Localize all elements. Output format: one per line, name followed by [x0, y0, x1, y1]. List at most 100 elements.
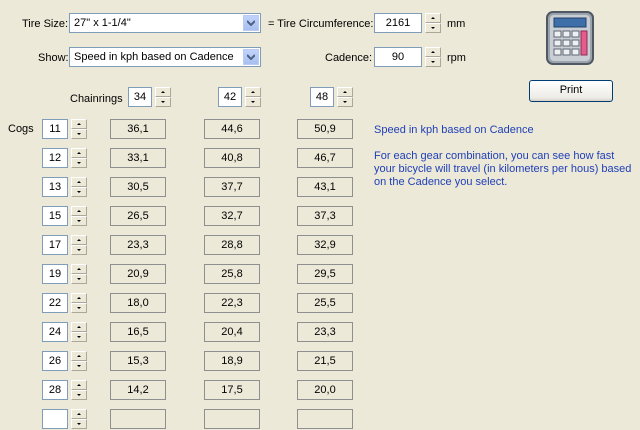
speed-cell: 20,0: [297, 380, 353, 400]
circumference-stepper[interactable]: [425, 13, 441, 33]
circumference-label: = Tire Circumference:: [268, 18, 374, 30]
speed-cell: 23,3: [297, 322, 353, 342]
decrement-arrow-icon[interactable]: [71, 129, 87, 139]
speed-cell: 37,3: [297, 206, 353, 226]
chevron-down-icon[interactable]: [243, 15, 259, 31]
speed-cell: 25,8: [204, 264, 260, 284]
info-title: Speed in kph based on Cadence: [374, 124, 534, 136]
speed-cell: 23,3: [110, 235, 166, 255]
increment-arrow-icon[interactable]: [71, 119, 87, 129]
cog-stepper[interactable]: [71, 351, 87, 371]
speed-cell: 30,5: [110, 177, 166, 197]
cog-input[interactable]: [42, 409, 68, 429]
tire-size-value: 27" x 1-1/4": [74, 17, 131, 29]
increment-arrow-icon[interactable]: [71, 351, 87, 361]
cog-input[interactable]: 17: [42, 235, 68, 255]
cog-stepper[interactable]: [71, 264, 87, 284]
tire-size-select[interactable]: 27" x 1-1/4": [69, 13, 261, 33]
show-select[interactable]: Speed in kph based on Cadence: [69, 47, 261, 67]
increment-arrow-icon[interactable]: [71, 206, 87, 216]
decrement-arrow-icon[interactable]: [71, 419, 87, 429]
cog-input[interactable]: 15: [42, 206, 68, 226]
increment-arrow-icon[interactable]: [337, 87, 353, 97]
cog-stepper[interactable]: [71, 148, 87, 168]
increment-arrow-icon[interactable]: [71, 148, 87, 158]
increment-arrow-icon[interactable]: [71, 293, 87, 303]
circumference-input[interactable]: 2161: [374, 13, 422, 33]
increment-arrow-icon[interactable]: [71, 235, 87, 245]
increment-arrow-icon[interactable]: [71, 409, 87, 419]
decrement-arrow-icon[interactable]: [71, 216, 87, 226]
speed-cell: 32,7: [204, 206, 260, 226]
increment-arrow-icon[interactable]: [71, 322, 87, 332]
chainring-stepper[interactable]: [337, 87, 353, 107]
speed-cell: 46,7: [297, 148, 353, 168]
increment-arrow-icon[interactable]: [155, 87, 171, 97]
decrement-arrow-icon[interactable]: [245, 97, 261, 107]
decrement-arrow-icon[interactable]: [71, 245, 87, 255]
show-value: Speed in kph based on Cadence: [74, 51, 234, 63]
increment-arrow-icon[interactable]: [71, 264, 87, 274]
chainrings-label: Chainrings: [70, 93, 123, 105]
speed-cell: 32,9: [297, 235, 353, 255]
decrement-arrow-icon[interactable]: [337, 97, 353, 107]
increment-arrow-icon[interactable]: [71, 380, 87, 390]
cog-input[interactable]: 22: [42, 293, 68, 313]
speed-cell: 17,5: [204, 380, 260, 400]
decrement-arrow-icon[interactable]: [71, 158, 87, 168]
decrement-arrow-icon[interactable]: [425, 57, 441, 67]
cog-input[interactable]: 11: [42, 119, 68, 139]
decrement-arrow-icon[interactable]: [71, 332, 87, 342]
chainring-input[interactable]: 42: [218, 87, 242, 107]
cadence-input[interactable]: 90: [374, 47, 422, 67]
decrement-arrow-icon[interactable]: [71, 274, 87, 284]
decrement-arrow-icon[interactable]: [425, 23, 441, 33]
cog-stepper[interactable]: [71, 409, 87, 429]
speed-cell: 40,8: [204, 148, 260, 168]
increment-arrow-icon[interactable]: [245, 87, 261, 97]
increment-arrow-icon[interactable]: [425, 13, 441, 23]
cog-input[interactable]: 19: [42, 264, 68, 284]
cog-input[interactable]: 12: [42, 148, 68, 168]
increment-arrow-icon[interactable]: [425, 47, 441, 57]
cog-input[interactable]: 26: [42, 351, 68, 371]
decrement-arrow-icon[interactable]: [155, 97, 171, 107]
circumference-unit: mm: [447, 18, 466, 30]
speed-cell: 20,4: [204, 322, 260, 342]
chainring-stepper[interactable]: [245, 87, 261, 107]
increment-arrow-icon[interactable]: [71, 177, 87, 187]
decrement-arrow-icon[interactable]: [71, 187, 87, 197]
cog-input[interactable]: 28: [42, 380, 68, 400]
chainring-input[interactable]: 48: [310, 87, 334, 107]
show-label: Show:: [38, 52, 69, 64]
cog-stepper[interactable]: [71, 119, 87, 139]
chevron-down-icon[interactable]: [243, 49, 259, 65]
cog-stepper[interactable]: [71, 380, 87, 400]
speed-cell: 36,1: [110, 119, 166, 139]
cadence-label: Cadence:: [325, 52, 373, 64]
info-line: For each gear combination, you can see h…: [374, 150, 615, 162]
decrement-arrow-icon[interactable]: [71, 390, 87, 400]
speed-cell: 33,1: [110, 148, 166, 168]
cog-input[interactable]: 13: [42, 177, 68, 197]
calculator-icon: [545, 10, 595, 66]
speed-cell: 22,3: [204, 293, 260, 313]
chainring-input[interactable]: 34: [128, 87, 152, 107]
speed-cell: 50,9: [297, 119, 353, 139]
cadence-stepper[interactable]: [425, 47, 441, 67]
cogs-label: Cogs: [8, 123, 34, 135]
speed-cell: 18,9: [204, 351, 260, 371]
cog-stepper[interactable]: [71, 206, 87, 226]
speed-cell: 14,2: [110, 380, 166, 400]
print-button[interactable]: Print: [529, 80, 613, 102]
chainring-stepper[interactable]: [155, 87, 171, 107]
decrement-arrow-icon[interactable]: [71, 361, 87, 371]
speed-cell: 44,6: [204, 119, 260, 139]
cog-stepper[interactable]: [71, 177, 87, 197]
decrement-arrow-icon[interactable]: [71, 303, 87, 313]
speed-cell: 21,5: [297, 351, 353, 371]
cog-stepper[interactable]: [71, 235, 87, 255]
cog-stepper[interactable]: [71, 322, 87, 342]
cog-stepper[interactable]: [71, 293, 87, 313]
cog-input[interactable]: 24: [42, 322, 68, 342]
